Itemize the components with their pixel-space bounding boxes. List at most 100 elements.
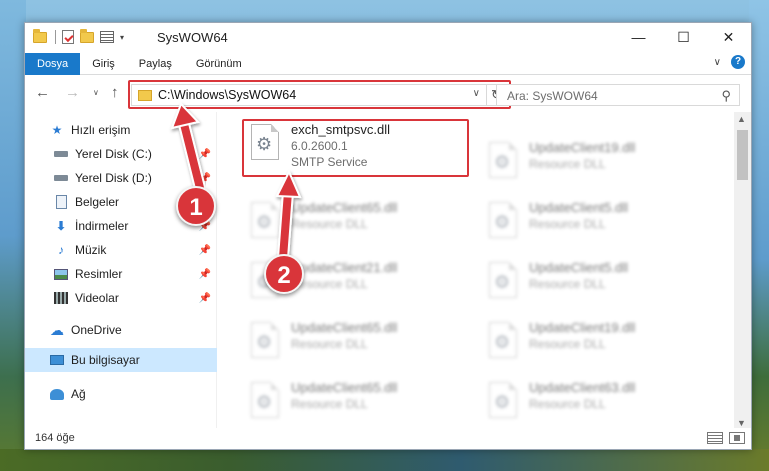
tab-home[interactable]: Giriş — [80, 53, 127, 75]
up-button[interactable]: ↑ — [111, 84, 119, 101]
pin-icon[interactable]: 📌 — [199, 245, 211, 256]
documents-icon — [53, 194, 69, 210]
dll-file-icon: ⚙ — [487, 322, 519, 362]
ribbon-tabs: Dosya Giriş Paylaş Görünüm ∨ ? — [25, 52, 751, 75]
file-type: Resource DLL — [529, 397, 606, 411]
file-item[interactable]: ⚙ UpdateClient19.dll Resource DLL — [483, 138, 713, 194]
drive-icon — [53, 170, 69, 186]
pictures-icon — [53, 266, 69, 282]
navigation-pane: ★ Hızlı erişim Yerel Disk (C:) 📌 Yerel D… — [25, 112, 217, 430]
view-options-icon[interactable] — [100, 31, 114, 43]
dll-file-icon: ⚙ — [487, 262, 519, 302]
videos-icon — [53, 290, 69, 306]
window-controls: — ☐ ✕ — [616, 23, 751, 51]
maximize-button[interactable]: ☐ — [661, 23, 706, 51]
search-input[interactable]: Ara: SysWOW64 ⚲ — [496, 84, 740, 106]
properties-icon[interactable] — [62, 30, 74, 44]
file-name: UpdateClient65.dll — [291, 380, 398, 395]
downloads-icon: ⬇ — [55, 219, 67, 233]
network-icon — [49, 386, 65, 402]
item-count: 164 öğe — [35, 432, 75, 444]
scroll-up-chevron-icon[interactable]: ▲ — [737, 114, 746, 124]
nav-network[interactable]: Ağ — [25, 382, 217, 406]
forward-button[interactable]: → — [65, 84, 80, 101]
close-button[interactable]: ✕ — [706, 23, 751, 51]
nav-item-drive-c[interactable]: Yerel Disk (C:) 📌 — [25, 142, 217, 166]
file-type: Resource DLL — [291, 217, 368, 231]
dll-file-icon: ⚙ — [249, 382, 281, 422]
nav-onedrive[interactable]: ☁ OneDrive — [25, 318, 217, 342]
nav-item-label: Müzik — [75, 243, 107, 257]
file-name: UpdateClient5.dll — [529, 260, 629, 275]
nav-item-label: Yerel Disk (C:) — [75, 147, 152, 161]
file-explorer-window: ▾ SysWOW64 — ☐ ✕ Dosya Giriş Paylaş Görü… — [24, 22, 752, 450]
quick-access-toolbar: ▾ — [33, 28, 124, 44]
file-type: Resource DLL — [291, 397, 368, 411]
step-2-badge: 2 — [264, 254, 304, 294]
pin-icon[interactable]: 📌 — [199, 293, 211, 304]
recent-locations-chevron-icon[interactable]: ∨ — [93, 88, 99, 97]
scroll-down-chevron-icon[interactable]: ▼ — [737, 418, 746, 428]
nav-item-label: Videolar — [75, 291, 119, 305]
window-title: SysWOW64 — [157, 30, 228, 45]
nav-network-label: Ağ — [71, 387, 86, 401]
file-highlight-box — [242, 119, 469, 177]
details-view-icon[interactable] — [707, 432, 723, 444]
file-name: UpdateClient65.dll — [291, 200, 398, 215]
dll-file-icon: ⚙ — [487, 202, 519, 242]
dll-file-icon: ⚙ — [249, 322, 281, 362]
help-icon[interactable]: ? — [731, 55, 745, 69]
nav-quick-access-label: Hızlı erişim — [71, 123, 131, 137]
step-1-badge: 1 — [176, 186, 216, 226]
toolbar-divider — [55, 30, 56, 44]
tab-file[interactable]: Dosya — [25, 52, 81, 75]
file-type: Resource DLL — [529, 157, 606, 171]
nav-item-label: Belgeler — [75, 195, 120, 209]
nav-item-label: Yerel Disk (D:) — [75, 171, 152, 185]
nav-quick-access[interactable]: ★ Hızlı erişim — [25, 118, 217, 142]
pin-icon[interactable]: 📌 — [199, 269, 211, 280]
status-bar: 164 öğe — [25, 428, 751, 449]
file-item[interactable]: ⚙ UpdateClient5.dll Resource DLL — [483, 258, 713, 314]
music-icon: ♪ — [58, 243, 64, 257]
file-type: Resource DLL — [529, 277, 606, 291]
tab-share[interactable]: Paylaş — [127, 53, 184, 75]
file-item[interactable]: ⚙ UpdateClient65.dll Resource DLL — [245, 318, 475, 374]
file-item[interactable]: ⚙ UpdateClient65.dll Resource DLL — [245, 378, 475, 430]
file-name: UpdateClient21.dll — [291, 260, 398, 275]
minimize-button[interactable]: — — [616, 23, 661, 51]
expand-ribbon-chevron-icon[interactable]: ∨ — [714, 57, 721, 68]
dll-file-icon: ⚙ — [249, 202, 281, 242]
nav-item-videos[interactable]: Videolar 📌 — [25, 286, 217, 310]
file-name: UpdateClient19.dll — [529, 140, 636, 155]
desktop-wallpaper-right — [749, 0, 769, 471]
new-folder-icon[interactable] — [80, 28, 94, 43]
nav-item-pictures[interactable]: Resimler 📌 — [25, 262, 217, 286]
nav-this-pc[interactable]: Bu bilgisayar — [25, 348, 217, 372]
nav-item-music[interactable]: ♪ Müzik 📌 — [25, 238, 217, 262]
computer-icon — [49, 352, 65, 368]
nav-item-label: İndirmeler — [75, 219, 129, 233]
back-button[interactable]: ← — [35, 84, 50, 101]
file-item[interactable]: ⚙ UpdateClient5.dll Resource DLL — [483, 198, 713, 254]
file-name: UpdateClient5.dll — [529, 200, 629, 215]
nav-this-pc-label: Bu bilgisayar — [71, 353, 140, 367]
nav-onedrive-label: OneDrive — [71, 323, 122, 337]
scrollbar-thumb[interactable] — [737, 130, 748, 180]
dll-file-icon: ⚙ — [487, 382, 519, 422]
file-item[interactable]: ⚙ UpdateClient19.dll Resource DLL — [483, 318, 713, 374]
tab-view[interactable]: Görünüm — [184, 53, 254, 75]
file-item[interactable]: ⚙ UpdateClient63.dll Resource DLL — [483, 378, 713, 430]
search-icon[interactable]: ⚲ — [721, 88, 731, 104]
desktop-wallpaper-left — [0, 0, 26, 471]
ribbon-controls: ∨ ? — [714, 55, 745, 69]
file-name: UpdateClient65.dll — [291, 320, 398, 335]
large-icons-view-icon[interactable] — [729, 432, 745, 444]
file-item[interactable]: ⚙ UpdateClient65.dll Resource DLL — [245, 198, 475, 254]
vertical-scrollbar[interactable]: ▲ ▼ — [734, 112, 751, 430]
pin-icon[interactable]: 📌 — [199, 149, 211, 160]
customize-toolbar-chevron-icon[interactable]: ▾ — [120, 33, 124, 42]
file-type: Resource DLL — [529, 337, 606, 351]
desktop-wallpaper-bottom — [0, 449, 769, 471]
pin-icon[interactable]: 📌 — [199, 173, 211, 184]
